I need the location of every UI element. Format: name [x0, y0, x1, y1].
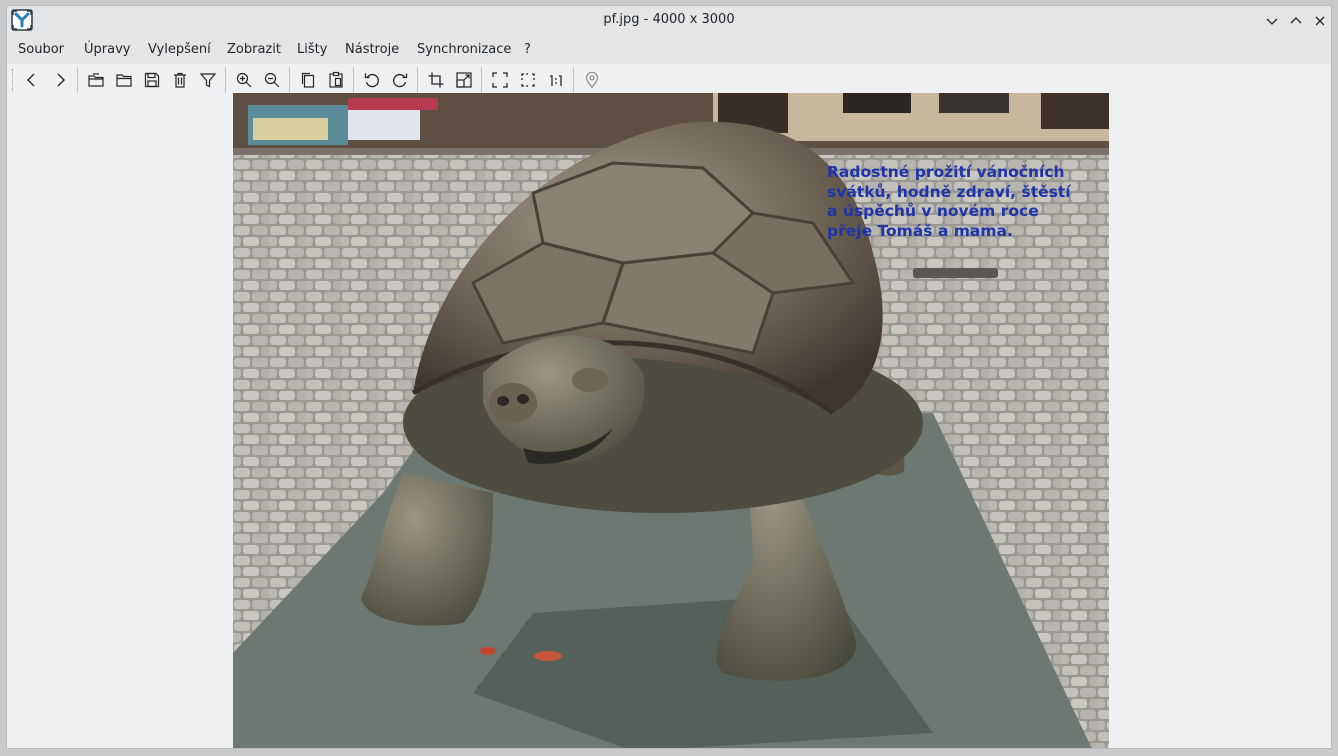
greeting-line: přeje Tomáš a mama.	[827, 221, 1013, 240]
toolbar-grip[interactable]	[12, 69, 15, 91]
menu-help[interactable]: ?	[524, 42, 531, 57]
photo-turtle-statue: Radostné prožití vánočních svátků, hodně…	[233, 93, 1109, 748]
save-icon[interactable]	[141, 69, 163, 91]
zoom-in-icon[interactable]	[233, 69, 255, 91]
next-icon[interactable]	[49, 69, 71, 91]
greeting-line: a úspěchů v novém roce	[827, 202, 1039, 220]
toolbar-separator	[573, 67, 574, 93]
open-folder-icon[interactable]	[113, 69, 135, 91]
menu-synchronizace[interactable]: Synchronizace	[417, 42, 511, 57]
filter-icon[interactable]	[197, 69, 219, 91]
menu-soubor[interactable]: Soubor	[18, 42, 64, 57]
rotate-right-icon[interactable]	[389, 69, 411, 91]
actual-size-icon[interactable]	[545, 69, 567, 91]
location-icon[interactable]	[581, 69, 603, 91]
resize-icon[interactable]	[453, 69, 475, 91]
menu-upravy[interactable]: Úpravy	[84, 42, 130, 57]
minimize-icon[interactable]	[1263, 12, 1281, 30]
fit-window-icon[interactable]	[517, 69, 539, 91]
app-window: pf.jpg - 4000 x 3000 Soubor Úpravy Vylep…	[6, 5, 1332, 749]
toolbar-separator	[481, 67, 482, 93]
greeting-text: Radostné prožití vánočních svátků, hodně…	[827, 163, 1102, 241]
toolbar-separator	[289, 67, 290, 93]
window-title: pf.jpg - 4000 x 3000	[603, 12, 735, 27]
toolbar-separator	[77, 67, 78, 93]
copy-icon[interactable]	[297, 69, 319, 91]
menu-bar: Soubor Úpravy Vylepšení Zobrazit Lišty N…	[7, 36, 1331, 64]
zoom-out-icon[interactable]	[261, 69, 283, 91]
toolbar-separator	[225, 67, 226, 93]
image-viewport[interactable]: Radostné prožití vánočních svátků, hodně…	[7, 93, 1331, 748]
toolbar-separator	[353, 67, 354, 93]
menu-vylepseni[interactable]: Vylepšení	[148, 42, 211, 57]
rotate-left-icon[interactable]	[361, 69, 383, 91]
menu-zobrazit[interactable]: Zobrazit	[227, 42, 281, 57]
menu-nastroje[interactable]: Nástroje	[345, 42, 399, 57]
title-bar[interactable]: pf.jpg - 4000 x 3000	[7, 6, 1331, 36]
toolbar-separator	[417, 67, 418, 93]
close-icon[interactable]	[1311, 12, 1329, 30]
fullscreen-icon[interactable]	[489, 69, 511, 91]
maximize-icon[interactable]	[1287, 12, 1305, 30]
crop-icon[interactable]	[425, 69, 447, 91]
greeting-line: Radostné prožití vánočních	[827, 163, 1065, 181]
greeting-line: svátků, hodně zdraví, štěstí	[827, 182, 1071, 201]
previous-icon[interactable]	[21, 69, 43, 91]
paste-icon[interactable]	[325, 69, 347, 91]
menu-listy[interactable]: Lišty	[297, 42, 327, 57]
open-recent-icon[interactable]	[85, 69, 107, 91]
delete-icon[interactable]	[169, 69, 191, 91]
main-toolbar	[7, 64, 1331, 95]
